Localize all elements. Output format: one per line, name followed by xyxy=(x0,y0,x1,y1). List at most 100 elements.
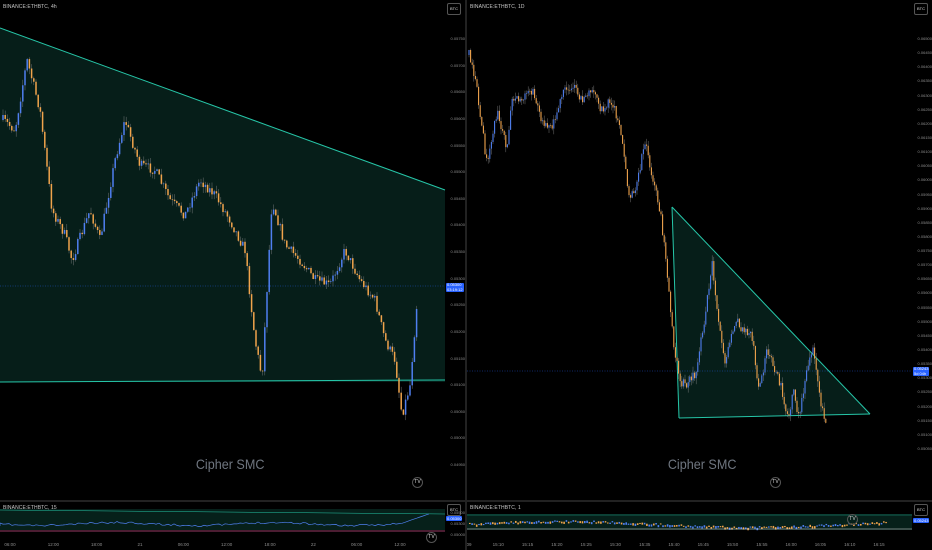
time-tick-label: 15:20 xyxy=(551,542,563,547)
bottom-left-chart-pane[interactable]: BINANCE:ETHBTC, 15 BTC TV 0.05500 0.05300… xyxy=(0,502,465,550)
price-tick-label: 0.05900 xyxy=(917,205,932,211)
price-tick-label: 0.05450 xyxy=(917,332,932,338)
time-tick-label: 16:00 xyxy=(785,542,797,547)
time-tick-label: 15:35 xyxy=(639,542,651,547)
price-tick-label: 0.06200 xyxy=(917,120,932,126)
time-tick-label: 06:00 xyxy=(4,542,16,547)
left-price-axis[interactable]: 0.05750 0.05700 0.05650 0.05600 0.05550 0.055… xyxy=(445,0,465,490)
price-tick-label: 0.06150 xyxy=(917,134,932,140)
left-tv-logo[interactable]: TV xyxy=(412,477,423,488)
time-tick-label: 18:00 xyxy=(91,542,103,547)
price-tick-label: 0.05150 xyxy=(917,417,932,423)
right-price-axis[interactable]: 0.06500 0.06450 0.06400 0.06350 0.06300 0.062… xyxy=(912,0,932,490)
price-tick-label: 0.05300 xyxy=(917,375,932,381)
left-chart-pane[interactable]: BINANCE:ETHBTC, 4h BTC Cipher SMC TV 0.0… xyxy=(0,0,465,490)
left-chart-symbol: BINANCE:ETHBTC, 4h xyxy=(3,4,57,10)
price-tick-label: 0.05250 xyxy=(917,389,932,395)
price-tick-label: 0.05000 xyxy=(450,532,465,537)
price-tick-label: 0.06350 xyxy=(917,78,932,84)
time-tick-label: 22 xyxy=(310,542,316,547)
left-watermark: Cipher SMC xyxy=(195,456,265,472)
price-tick-label: 0.05000 xyxy=(450,435,465,441)
time-tick-label: 15:25 xyxy=(580,542,592,547)
left-chart-canvas[interactable] xyxy=(0,0,465,490)
left-current-price-tag: 0.05300 03:19:12 xyxy=(446,282,464,292)
price-tick-label: 0.05850 xyxy=(917,219,932,225)
price-tick-label: 0.06400 xyxy=(917,64,932,70)
price-tick-label: 0.05550 xyxy=(450,142,465,148)
time-tick-label: 15:45 xyxy=(697,542,709,547)
time-tick-label: 06:00 xyxy=(351,542,363,547)
bottom-left-time-axis[interactable]: 06:00 12:00 18:00 21 06:00 12:00 18:00 22 06:00 1… xyxy=(0,540,445,550)
time-tick-label: 15:40 xyxy=(668,542,680,547)
bottom-right-price-tag: 0.05243 xyxy=(913,518,930,523)
price-tick-label: 0.06000 xyxy=(917,177,932,183)
bottom-right-symbol: BINANCE:ETHBTC, 1 xyxy=(470,505,521,511)
price-tick-label: 0.05600 xyxy=(450,115,465,121)
time-tick-label: 06:00 xyxy=(177,542,189,547)
right-chart-pane[interactable]: BINANCE:ETHBTC, 1D BTC Cipher SMC TV 0.0… xyxy=(467,0,932,490)
price-tick-label: 0.05400 xyxy=(450,222,465,228)
price-tick-label: 0.06050 xyxy=(917,163,932,169)
time-tick-label: 15:15 xyxy=(521,542,534,547)
bottom-left-zone xyxy=(0,509,445,532)
right-chart-symbol: BINANCE:ETHBTC, 1D xyxy=(470,4,525,10)
time-tick-label: 15:10 xyxy=(492,542,504,547)
price-tick-label: 0.06500 xyxy=(917,36,932,41)
price-tick-label: 0.05450 xyxy=(450,195,465,201)
price-tick-label: 0.06300 xyxy=(917,92,932,98)
price-tick-label: 0.05750 xyxy=(450,36,465,41)
bottom-right-currency-badge[interactable]: BTC xyxy=(914,504,928,516)
right-triangle-zone[interactable] xyxy=(671,206,871,419)
right-tv-logo[interactable]: TV xyxy=(770,477,781,488)
price-tick-label: 0.05800 xyxy=(917,233,932,239)
time-tick-label: 16:05 xyxy=(814,542,827,547)
time-tick-label: 21 xyxy=(137,542,143,547)
bottom-right-chart-pane[interactable]: BINANCE:ETHBTC, 1 BTC TV 0.05243 09 15:10… xyxy=(467,502,932,550)
bottom-right-tv-logo[interactable]: TV xyxy=(847,514,858,525)
right-price-countdown: 5d 04h xyxy=(914,370,927,376)
time-tick-label: 16:15 xyxy=(873,542,885,547)
price-tick-label: 0.05250 xyxy=(450,302,465,308)
bottom-left-price-axis[interactable]: 0.05500 0.05300 0.05000 xyxy=(445,502,465,540)
price-tick-label: 0.05500 xyxy=(450,510,465,515)
price-tick-label: 0.06100 xyxy=(917,149,932,155)
bottom-left-price-tag: 0.05300 xyxy=(446,516,463,521)
price-tick-label: 0.05550 xyxy=(917,304,932,310)
price-tick-label: 0.05500 xyxy=(917,318,932,324)
price-tick-label: 0.05700 xyxy=(450,62,465,68)
right-current-price-tag: 0.05243 5d 04h xyxy=(913,366,930,376)
price-tick-label: 0.05300 xyxy=(450,521,465,526)
bottom-right-time-axis[interactable]: 09 15:10 15:15 15:20 15:25 15:30 15:35 15:40 15:… xyxy=(467,540,912,550)
price-tick-label: 0.06250 xyxy=(917,106,932,112)
time-tick-label: 09 xyxy=(467,542,472,547)
time-tick-label: 16:10 xyxy=(844,542,856,547)
price-tick-label: 0.05600 xyxy=(917,290,932,296)
right-chart-canvas[interactable] xyxy=(467,0,932,490)
bottom-left-symbol: BINANCE:ETHBTC, 15 xyxy=(3,505,57,511)
price-tick-label: 0.05300 xyxy=(450,275,465,281)
price-tick-label: 0.05200 xyxy=(917,403,932,409)
time-tick-label: 12:00 xyxy=(394,542,406,547)
time-tick-label: 18:00 xyxy=(264,542,276,547)
price-tick-label: 0.05650 xyxy=(450,89,465,95)
time-tick-label: 15:30 xyxy=(609,542,622,547)
price-tick-label: 0.05400 xyxy=(917,347,932,353)
price-tick-label: 0.05100 xyxy=(450,382,465,388)
left-price-countdown: 03:19:12 xyxy=(447,286,463,292)
price-tick-label: 0.05200 xyxy=(450,328,465,334)
price-tick-label: 0.06450 xyxy=(917,50,932,56)
price-tick-label: 0.05350 xyxy=(450,249,465,254)
price-tick-label: 0.05150 xyxy=(450,355,465,361)
price-tick-label: 0.05100 xyxy=(917,431,932,437)
right-watermark: Cipher SMC xyxy=(667,456,737,472)
time-tick-label: 15:55 xyxy=(756,542,768,547)
time-tick-label: 15:50 xyxy=(726,542,739,547)
price-tick-label: 0.05050 xyxy=(450,408,465,414)
time-tick-label: 12:00 xyxy=(221,542,233,547)
time-tick-label: 12:00 xyxy=(47,542,59,547)
price-tick-label: 0.05750 xyxy=(917,248,932,254)
price-tick-label: 0.04950 xyxy=(450,462,465,467)
price-tick-label: 0.05950 xyxy=(917,191,932,197)
bottom-right-zone xyxy=(467,514,912,530)
